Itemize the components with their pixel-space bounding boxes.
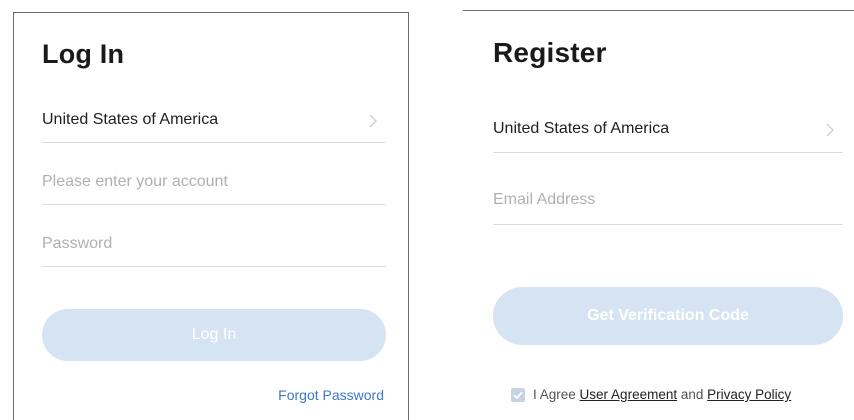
account-input[interactable]: Please enter your account <box>42 163 386 205</box>
login-country-value: United States of America <box>42 111 219 128</box>
login-country-selector[interactable]: United States of America <box>42 101 386 143</box>
agree-prefix: I Agree <box>533 387 576 402</box>
register-country-value: United States of America <box>493 120 670 137</box>
check-icon <box>513 391 523 400</box>
agree-and: and <box>680 387 704 402</box>
agreement-text: I Agree User Agreement and Privacy Polic… <box>533 387 791 402</box>
login-button[interactable]: Log In <box>42 309 386 361</box>
stage: Log In United States of America Please e… <box>0 0 854 420</box>
login-panel: Log In United States of America Please e… <box>13 12 409 420</box>
chevron-right-icon <box>823 120 837 140</box>
user-agreement-link[interactable]: User Agreement <box>580 387 678 402</box>
get-verification-code-button[interactable]: Get Verification Code <box>493 287 843 345</box>
forgot-password-link[interactable]: Forgot Password <box>278 387 384 403</box>
email-placeholder: Email Address <box>493 191 596 208</box>
register-country-selector[interactable]: United States of America <box>493 109 843 153</box>
agreement-checkbox[interactable] <box>511 388 525 402</box>
privacy-policy-link[interactable]: Privacy Policy <box>707 387 791 402</box>
account-placeholder: Please enter your account <box>42 173 228 190</box>
password-placeholder: Password <box>42 235 113 252</box>
chevron-right-icon <box>366 111 380 131</box>
email-input[interactable]: Email Address <box>493 179 843 225</box>
password-input[interactable]: Password <box>42 225 386 267</box>
register-title: Register <box>493 37 607 68</box>
login-title: Log In <box>42 39 125 69</box>
register-panel: Register United States of America Email … <box>463 10 854 420</box>
